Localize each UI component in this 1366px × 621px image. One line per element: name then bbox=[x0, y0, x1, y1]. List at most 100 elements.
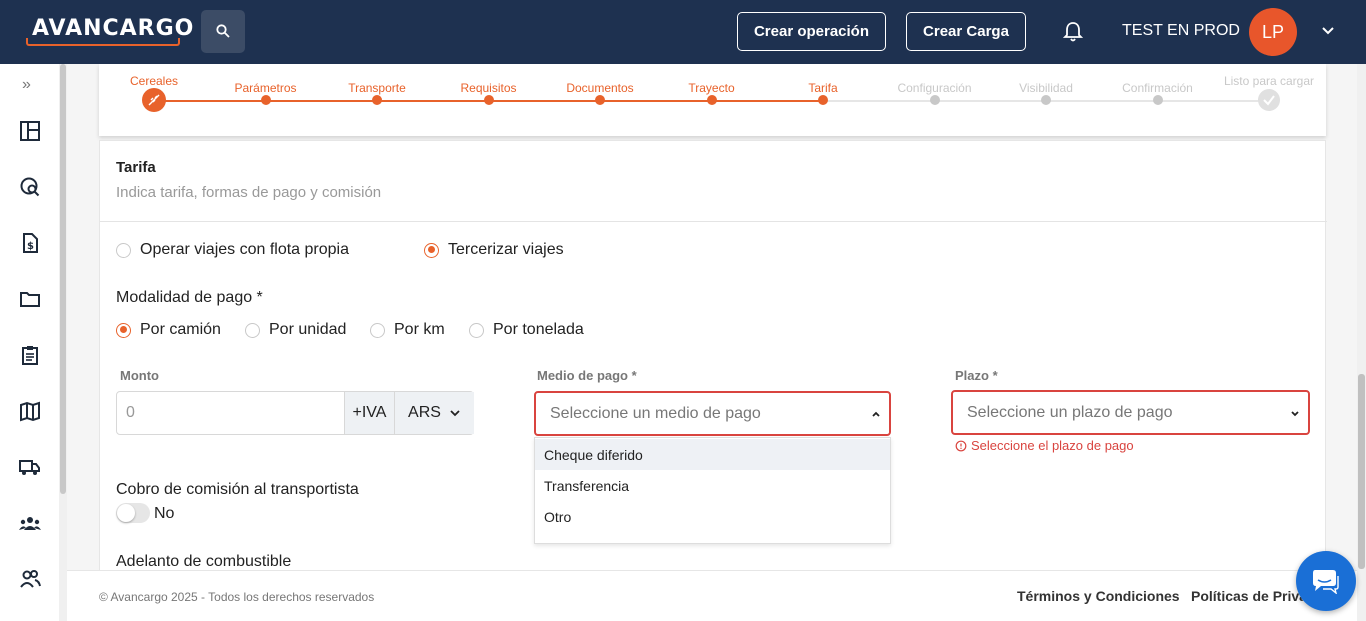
payment-mode-label: Modalidad de pago * bbox=[116, 289, 263, 306]
chevron-down-icon bbox=[450, 410, 460, 417]
radio-label: Tercerizar viajes bbox=[448, 241, 564, 258]
create-load-button[interactable]: Crear Carga bbox=[906, 12, 1026, 51]
dropdown-option-transferencia[interactable]: Transferencia bbox=[535, 470, 890, 501]
medio-pago-select[interactable]: Seleccione un medio de pago bbox=[534, 391, 891, 436]
search-icon bbox=[216, 24, 230, 38]
step-dot bbox=[706, 95, 717, 105]
section-subtitle: Indica tarifa, formas de pago y comisión bbox=[116, 184, 382, 201]
chat-button[interactable] bbox=[1296, 551, 1356, 611]
radio-circle-selected bbox=[424, 242, 439, 258]
sidebar-scrollbar-thumb[interactable] bbox=[60, 64, 66, 494]
medio-pago-placeholder: Seleccione un medio de pago bbox=[550, 405, 761, 422]
fuel-advance-label: Adelanto de combustible bbox=[116, 553, 292, 570]
check-icon bbox=[1263, 95, 1275, 106]
chat-icon bbox=[1313, 570, 1339, 594]
step-dot bbox=[483, 95, 494, 105]
top-header: AVANCARGO Crear operación Crear Carga TE… bbox=[0, 0, 1366, 64]
main-scrollbar-thumb[interactable] bbox=[1358, 374, 1365, 569]
monto-input[interactable]: 0 bbox=[126, 404, 135, 422]
footer: © Avancargo 2025 - Todos los derechos re… bbox=[67, 570, 1357, 621]
radio-label: Por camión bbox=[140, 321, 221, 338]
plazo-label: Plazo * bbox=[955, 368, 998, 383]
step-current-marker bbox=[142, 88, 166, 112]
radio-own-fleet[interactable]: Operar viajes con flota propia bbox=[116, 241, 349, 259]
people-icon[interactable] bbox=[19, 568, 41, 590]
radio-outsource[interactable]: Tercerizar viajes bbox=[424, 241, 564, 259]
medio-pago-label: Medio de pago * bbox=[537, 368, 637, 383]
currency-select[interactable]: ARS bbox=[394, 392, 474, 434]
step-label: Trayecto bbox=[688, 81, 735, 95]
sidebar: » $ bbox=[0, 64, 60, 621]
step-dot bbox=[260, 95, 271, 105]
truck-icon[interactable] bbox=[19, 456, 41, 478]
step-dot bbox=[1258, 89, 1280, 111]
dropdown-option-otro[interactable]: Otro bbox=[535, 501, 890, 532]
avancargo-logo[interactable]: AVANCARGO bbox=[26, 16, 193, 46]
step-dot bbox=[818, 95, 828, 105]
terms-link[interactable]: Términos y Condiciones bbox=[1017, 588, 1180, 604]
dropdown-option-cheque[interactable]: Cheque diferido bbox=[535, 439, 890, 470]
chevron-up-icon bbox=[872, 411, 880, 417]
step-dot bbox=[929, 95, 940, 105]
monto-label: Monto bbox=[120, 368, 159, 383]
invoice-icon[interactable]: $ bbox=[19, 232, 41, 254]
monto-input-group: 0 +IVA ARS bbox=[116, 391, 474, 435]
chevron-down-icon bbox=[1291, 411, 1299, 417]
privacy-link[interactable]: Políticas de Priva bbox=[1191, 588, 1307, 604]
avatar[interactable]: LP bbox=[1249, 8, 1297, 56]
commission-label: Cobro de comisión al transportista bbox=[116, 481, 359, 498]
radio-por-camion[interactable]: Por camión bbox=[116, 321, 221, 339]
error-icon bbox=[955, 440, 967, 451]
radio-por-km[interactable]: Por km bbox=[370, 321, 445, 339]
step-dot bbox=[595, 95, 605, 105]
plazo-error-text: Seleccione el plazo de pago bbox=[971, 438, 1134, 453]
create-operation-button[interactable]: Crear operación bbox=[737, 12, 886, 51]
stepper: Cereales Parámetros Transporte Requisitos Do… bbox=[99, 64, 1326, 136]
plazo-placeholder: Seleccione un plazo de pago bbox=[967, 404, 1173, 421]
plazo-select[interactable]: Seleccione un plazo de pago bbox=[951, 390, 1310, 435]
radio-por-tonelada[interactable]: Por tonelada bbox=[469, 321, 584, 339]
map-icon[interactable] bbox=[19, 400, 41, 422]
radio-label: Por unidad bbox=[269, 321, 347, 338]
folder-icon[interactable] bbox=[19, 288, 41, 310]
step-dot bbox=[1041, 95, 1051, 105]
divider bbox=[100, 221, 1327, 222]
section-title: Tarifa bbox=[116, 159, 156, 176]
globe-search-icon[interactable] bbox=[19, 176, 41, 198]
sidebar-scrollbar[interactable] bbox=[59, 64, 67, 621]
copyright-text: © Avancargo 2025 - Todos los derechos re… bbox=[99, 590, 375, 604]
svg-text:$: $ bbox=[27, 241, 34, 252]
plazo-error: Seleccione el plazo de pago bbox=[955, 438, 1134, 453]
step-label: Visibilidad bbox=[1019, 81, 1073, 95]
radio-por-unidad[interactable]: Por unidad bbox=[245, 321, 346, 339]
radio-circle bbox=[245, 322, 260, 338]
user-name[interactable]: TEST EN PROD bbox=[1122, 22, 1240, 40]
radio-circle bbox=[116, 242, 131, 258]
expand-sidebar-icon[interactable]: » bbox=[22, 76, 31, 94]
step-label: Documentos bbox=[566, 81, 634, 95]
step-dot bbox=[1152, 95, 1163, 105]
step-dot bbox=[372, 95, 382, 105]
step-label: Configuración bbox=[897, 81, 972, 95]
main-scrollbar[interactable] bbox=[1357, 64, 1366, 621]
tarifa-form: Tarifa Indica tarifa, formas de pago y c… bbox=[99, 140, 1327, 570]
clipboard-icon[interactable] bbox=[19, 344, 41, 366]
step-label: Cereales bbox=[129, 74, 179, 88]
search-button[interactable] bbox=[201, 10, 245, 53]
radio-circle bbox=[469, 322, 484, 338]
radio-label: Operar viajes con flota propia bbox=[140, 241, 349, 258]
bell-icon[interactable] bbox=[1063, 21, 1083, 43]
commission-toggle[interactable] bbox=[116, 503, 150, 523]
logo-underline bbox=[26, 38, 180, 46]
step-label: Parámetros bbox=[234, 81, 297, 95]
iva-addon: +IVA bbox=[344, 392, 394, 434]
radio-label: Por km bbox=[394, 321, 445, 338]
medio-pago-dropdown: Cheque diferido Transferencia Otro bbox=[534, 437, 891, 544]
step-label: Requisitos bbox=[460, 81, 517, 95]
radio-label: Por tonelada bbox=[493, 321, 584, 338]
group-icon[interactable] bbox=[19, 512, 41, 534]
step-label: Transporte bbox=[348, 81, 406, 95]
dashboard-icon[interactable] bbox=[19, 120, 41, 142]
chevron-down-icon[interactable] bbox=[1321, 24, 1335, 38]
commission-toggle-label: No bbox=[154, 505, 175, 522]
